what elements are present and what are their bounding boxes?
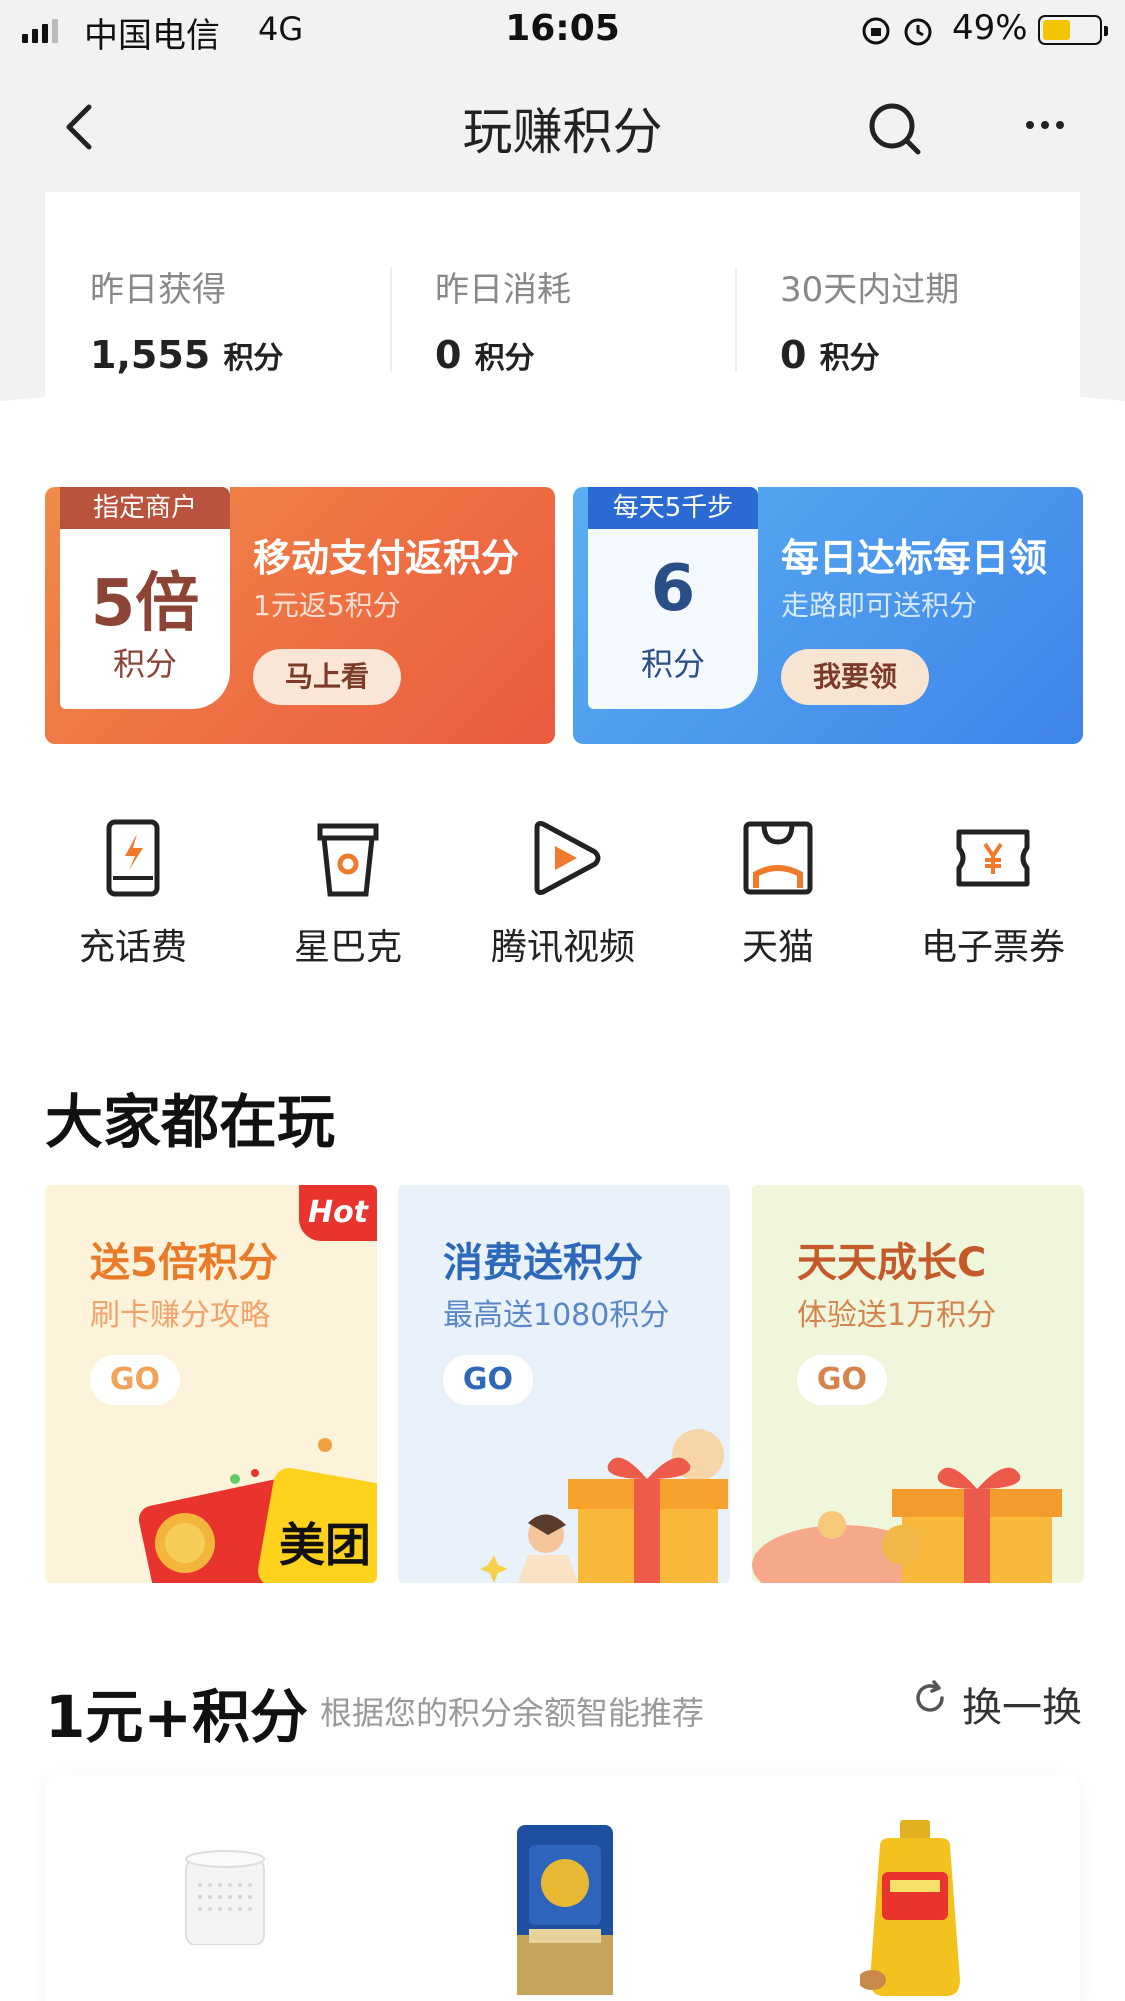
section-title-recommend: 1元+积分 [45,1683,308,1751]
oil-bottle-image [858,1820,960,1996]
divider [735,267,737,372]
stat-label: 昨日消耗 [435,270,571,310]
gift-box-illustration [480,1429,728,1583]
stat-label: 昨日获得 [90,270,226,310]
stat-expiring[interactable]: 30天内过期 0 积分 [780,262,959,377]
points-page: 中国电信 4G 16:05 49% 玩赚积分 昨日获得 1,555 积分 昨日消… [0,0,1125,2001]
go-button[interactable]: GO [90,1355,180,1405]
refresh-icon[interactable] [912,1680,948,1716]
play-subtitle: 体验送1万积分 [797,1298,997,1333]
coffee-cup-icon [308,818,388,898]
quick-item-e-ticket[interactable]: 电子票券 [908,818,1078,970]
claim-button[interactable]: 我要领 [781,649,929,705]
quick-label: 腾讯视频 [490,927,635,968]
promo-subtitle: 走路即可送积分 [781,589,978,622]
ticket-icon [953,818,1033,898]
phone-charge-icon [93,818,173,898]
promo-subtitle: 1元返5积分 [253,589,401,622]
view-now-button[interactable]: 马上看 [253,649,401,705]
nav-bar: 玩赚积分 [0,62,1125,192]
promo-title: 移动支付返积分 [253,536,520,580]
promo-unit: 积分 [640,645,705,683]
points-stats-card: 昨日获得 1,555 积分 昨日消耗 0 积分 30天内过期 0 积分 [45,192,1080,442]
red-packet-illustration [752,1467,1062,1583]
more-dots-icon[interactable] [1020,100,1070,150]
quick-item-tmall[interactable]: 天猫 [693,818,863,970]
search-icon[interactable] [866,100,924,158]
quick-label: 天猫 [741,927,814,968]
hot-badge: Hot [299,1185,377,1241]
stat-value: 1,555 积分 [90,333,284,377]
quick-label: 充话费 [78,927,187,968]
stat-yesterday-spent[interactable]: 昨日消耗 0 积分 [435,262,571,377]
product-cooking-oil[interactable] [858,1820,970,2001]
play-subtitle: 最高送1080积分 [443,1298,670,1333]
promo-tag: 指定商户 [60,487,230,529]
cards-illustration: 美团 [138,1438,377,1583]
promo-big-value: 5倍 [90,567,200,641]
promo-big-value: 6 [650,552,696,626]
play-card-daily-growth[interactable]: 天天成长C 体验送1万积分 GO [752,1185,1084,1583]
video-play-icon [523,818,603,898]
quick-label: 电子票券 [920,927,1065,968]
quick-label: 星巴克 [293,927,402,968]
refresh-button[interactable]: 换一换 [962,1675,1082,1733]
play-title: 天天成长C [797,1240,987,1286]
meituan-text: 美团 [279,1518,371,1572]
section-title-play: 大家都在玩 [45,1088,336,1156]
quick-item-starbucks[interactable]: 星巴克 [263,818,433,970]
go-button[interactable]: GO [797,1355,887,1405]
promo-mobile-pay[interactable]: 指定商户 5倍 积分 移动支付返积分 1元返5积分 马上看 [45,487,555,744]
stat-value: 0 积分 [435,333,535,377]
page-title: 玩赚积分 [462,103,663,161]
promo-title: 每日达标每日领 [781,536,1048,580]
play-subtitle: 刷卡赚分攻略 [90,1298,270,1333]
go-button[interactable]: GO [443,1355,533,1405]
stat-yesterday-earned[interactable]: 昨日获得 1,555 积分 [90,262,283,377]
stat-value: 0 积分 [780,333,880,377]
product-recommendation-list [45,1775,1080,2001]
status-bar: 中国电信 4G 16:05 49% [0,0,1125,62]
divider [390,267,392,372]
quick-item-tencent-video[interactable]: 腾讯视频 [478,818,648,970]
alarm-lock-icons [860,14,940,55]
stat-label: 30天内过期 [780,270,960,310]
promo-unit: 积分 [112,645,177,683]
promo-daily-steps[interactable]: 每天5千步 6 积分 每日达标每日领 走路即可送积分 我要领 [573,487,1083,744]
play-title: 送5倍积分 [90,1240,278,1286]
product-smart-speaker[interactable] [180,1815,270,1949]
battery-percent: 49% [952,8,1028,48]
section-subtitle: 根据您的积分余额智能推荐 [320,1694,705,1732]
product-rice-bag[interactable] [515,1825,615,1999]
quick-item-phone-charge[interactable]: 充话费 [48,818,218,970]
promo-tag: 每天5千步 [588,487,758,529]
play-card-spend-points[interactable]: 消费送积分 最高送1080积分 GO [398,1185,730,1583]
tmall-bag-icon [738,818,818,898]
speaker-image [185,1850,265,1946]
play-card-5x-points[interactable]: 送5倍积分 刷卡赚分攻略 GO Hot 美团 [45,1185,377,1583]
rice-bag-image [517,1825,613,1995]
play-title: 消费送积分 [443,1240,643,1286]
battery-icon [1038,15,1108,45]
